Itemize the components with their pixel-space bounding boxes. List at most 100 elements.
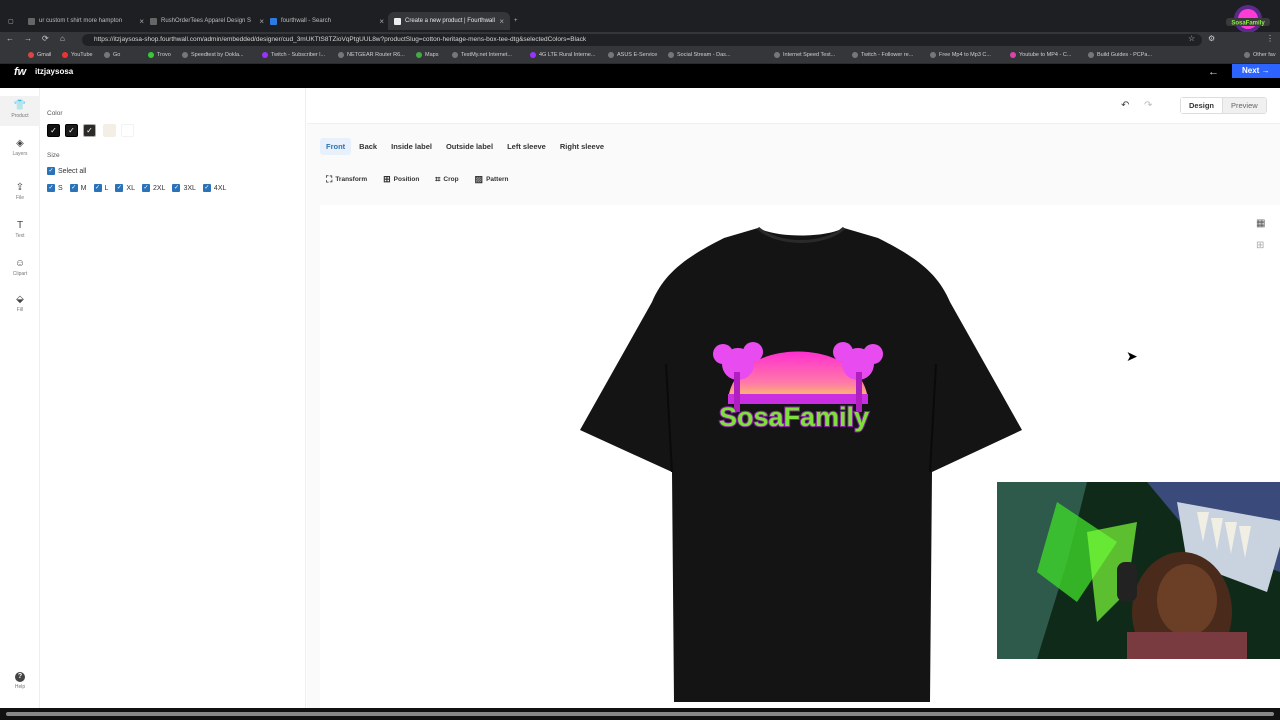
bookmark-item[interactable]: 4G LTE Rural Interne... (530, 52, 595, 58)
color-swatch-black[interactable]: ✓ (47, 124, 60, 137)
back-arrow-icon[interactable]: ← (1208, 66, 1219, 78)
color-swatch-charcoal[interactable]: ✓ (65, 124, 78, 137)
size-checkbox-xl[interactable]: ✓ XL (115, 184, 135, 192)
tab-left-sleeve[interactable]: Left sleeve (501, 138, 552, 155)
tool-label: Crop (443, 176, 459, 183)
tshirt-mockup[interactable]: SosaFamily (578, 224, 1024, 704)
close-icon[interactable]: × (499, 17, 504, 26)
rail-product[interactable]: 👕 Product (0, 96, 40, 126)
profile-avatar[interactable]: SosaFamily (1220, 4, 1276, 34)
bookmark-item[interactable]: Go (104, 52, 120, 58)
tab-front[interactable]: Front (320, 138, 352, 155)
bookmark-item[interactable]: Other fav (1244, 52, 1276, 58)
bookmark-item[interactable]: Gmail (28, 52, 51, 58)
tab-right-sleeve[interactable]: Right sleeve (554, 138, 610, 155)
bookmark-item[interactable]: ASUS E-Service (608, 52, 657, 58)
rail-layers[interactable]: ◈ Layers (0, 138, 40, 157)
color-swatch-natural[interactable] (103, 124, 116, 137)
next-button[interactable]: Next → (1232, 64, 1280, 78)
bookmark-label: Youtube to MP4 - C... (1019, 52, 1072, 58)
rail-text[interactable]: T Text (0, 220, 40, 239)
menu-icon[interactable]: ⋮ (1266, 34, 1274, 43)
bookmark-label: 4G LTE Rural Interne... (539, 52, 596, 58)
select-all-checkbox[interactable]: ✓ Select all (47, 167, 86, 175)
bookmark-item[interactable]: Youtube to MP4 - C... (1010, 52, 1071, 58)
pattern-tool[interactable]: ▨ Pattern (475, 174, 509, 185)
close-icon[interactable]: × (139, 17, 144, 26)
help-icon: ? (15, 672, 25, 682)
checkbox-check-icon: ✓ (141, 184, 150, 192)
bookmark-label: TestMy.net Internet... (461, 52, 512, 58)
browser-tab-2[interactable]: RushOrderTees Apparel Design S × (150, 12, 264, 30)
bookmark-star-icon[interactable]: ☆ (1188, 34, 1195, 43)
bookmark-item[interactable]: Maps (416, 52, 438, 58)
help-button[interactable]: ? Help (12, 672, 28, 690)
url-input[interactable]: https://itzjaysosa-shop.fourthwall.com/a… (82, 34, 1202, 46)
fourthwall-logo[interactable]: fw (14, 66, 26, 78)
home-icon[interactable]: ⌂ (60, 34, 65, 43)
grid-view-icon[interactable]: ▦ (1256, 218, 1265, 229)
tab-inside-label[interactable]: Inside label (385, 138, 438, 155)
paint-bucket-icon: ⬙ (16, 294, 24, 305)
bookmark-item[interactable]: Build Guides - PCPa... (1088, 52, 1152, 58)
forward-icon[interactable]: → (24, 34, 32, 43)
size-checkbox-s[interactable]: ✓ S (47, 184, 63, 192)
sosafamily-artwork[interactable]: SosaFamily (713, 342, 883, 433)
bookmark-label: Twitch - Follower re... (861, 52, 914, 58)
bookmark-item[interactable]: Trovo (148, 52, 171, 58)
rail-file[interactable]: ⇪ File (0, 182, 40, 201)
tab-back[interactable]: Back (353, 138, 383, 155)
size-checkbox-l[interactable]: ✓ L (93, 184, 108, 192)
tool-label: Transform (335, 176, 368, 183)
bookmark-item[interactable]: NETGEAR Router R6... (338, 52, 405, 58)
size-section-label: Size (47, 152, 60, 159)
transform-icon: ⛶ (326, 174, 333, 184)
rail-clipart[interactable]: ☺ Clipart (0, 258, 40, 277)
transform-tool[interactable]: ⛶ Transform (326, 174, 367, 185)
rail-label: File (15, 195, 25, 201)
rail-fill[interactable]: ⬙ Fill (0, 294, 40, 313)
reload-icon[interactable]: ⟳ (42, 34, 49, 43)
size-checkbox-2xl[interactable]: ✓ 2XL (141, 184, 165, 192)
browser-tab-1[interactable]: ur custom t shirt more hampton × (28, 12, 144, 30)
position-tool[interactable]: ⊞ Position (383, 174, 419, 185)
design-mode-button[interactable]: Design (1181, 98, 1224, 113)
browser-tab-4[interactable]: Create a new product | Fourthwall × (388, 12, 510, 30)
webcam-overlay (997, 482, 1280, 659)
bookmark-item[interactable]: Internet Speed Test... (774, 52, 835, 58)
tab-grid-icon[interactable]: ▢ (8, 12, 22, 30)
rail-label: Text (15, 233, 25, 239)
crop-tool[interactable]: ⌗ Crop (435, 174, 458, 185)
undo-icon[interactable]: ↶ (1121, 100, 1129, 111)
extensions-icon[interactable]: ⚙ (1208, 34, 1215, 43)
checkbox-check-icon: ✓ (69, 184, 78, 192)
size-checkbox-m[interactable]: ✓ M (69, 184, 87, 192)
close-icon[interactable]: × (259, 17, 264, 26)
bookmark-item[interactable]: Social Stream - Das... (668, 52, 731, 58)
color-swatch-vintage-black[interactable]: ✓ (83, 124, 96, 137)
preview-mode-button[interactable]: Preview (1223, 98, 1266, 113)
size-checkbox-3xl[interactable]: ✓ 3XL (172, 184, 196, 192)
color-swatch-white[interactable] (121, 124, 134, 137)
bookmark-item[interactable]: Speedtest by Ookla... (182, 52, 244, 58)
size-checkbox-4xl[interactable]: ✓ 4XL (202, 184, 226, 192)
bookmark-item[interactable]: Twitch - Subscriber l... (262, 52, 325, 58)
horizontal-scrollbar[interactable] (0, 708, 1280, 720)
bookmark-item[interactable]: TestMy.net Internet... (452, 52, 512, 58)
back-icon[interactable]: ← (6, 34, 14, 43)
new-tab-icon[interactable]: + (514, 12, 526, 30)
bookmark-item[interactable]: YouTube (62, 52, 93, 58)
crop-icon: ⌗ (435, 174, 441, 184)
scrollbar-thumb[interactable] (6, 712, 1274, 716)
bookmark-item[interactable]: Twitch - Follower re... (852, 52, 913, 58)
tab-outside-label[interactable]: Outside label (440, 138, 499, 155)
bookmark-label: Build Guides - PCPa... (1097, 52, 1153, 58)
redo-icon[interactable]: ↷ (1144, 100, 1152, 111)
bookmark-label: Free Mp4 to Mp3 C... (939, 52, 991, 58)
safe-area-icon[interactable]: ⊞ (1256, 240, 1264, 251)
close-icon[interactable]: × (379, 17, 384, 26)
size-label: M (80, 184, 87, 192)
checkbox-check-icon: ✓ (47, 167, 55, 175)
bookmark-item[interactable]: Free Mp4 to Mp3 C... (930, 52, 991, 58)
browser-tab-3[interactable]: fourthwall - Search × (270, 12, 384, 30)
